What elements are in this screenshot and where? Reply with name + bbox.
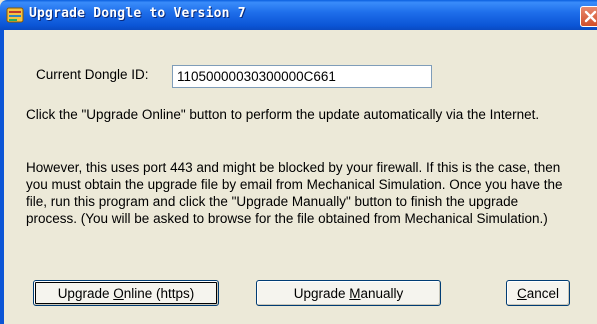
instructions-online: Click the "Upgrade Online" button to per… [26, 107, 540, 122]
cancel-accelerator: C [516, 285, 527, 301]
upgrade-online-label-pre: Upgrade [57, 285, 114, 301]
cancel-label-post: ancel [526, 285, 560, 301]
window-title: Upgrade Dongle to Version 7 [29, 6, 246, 21]
app-icon [6, 6, 24, 24]
upgrade-online-button[interactable]: Upgrade Online (https) [33, 280, 219, 306]
upgrade-manually-label-pre: Upgrade [293, 285, 350, 301]
window-frame [0, 30, 4, 324]
close-icon [584, 10, 597, 23]
dongle-id-label: Current Dongle ID: [36, 67, 149, 82]
title-bar[interactable]: Upgrade Dongle to Version 7 [0, 0, 597, 30]
dongle-id-field[interactable] [172, 65, 432, 88]
close-button[interactable] [580, 6, 597, 27]
cancel-button[interactable]: Cancel [506, 280, 570, 306]
upgrade-manually-label-post: anually [360, 285, 404, 301]
instructions-manual: However, this uses port 443 and might be… [26, 160, 563, 226]
upgrade-online-label-post: nline (https) [123, 285, 195, 301]
upgrade-manually-accelerator: M [349, 285, 361, 301]
upgrade-manually-button[interactable]: Upgrade Manually [256, 280, 441, 306]
upgrade-online-accelerator: O [113, 285, 124, 301]
